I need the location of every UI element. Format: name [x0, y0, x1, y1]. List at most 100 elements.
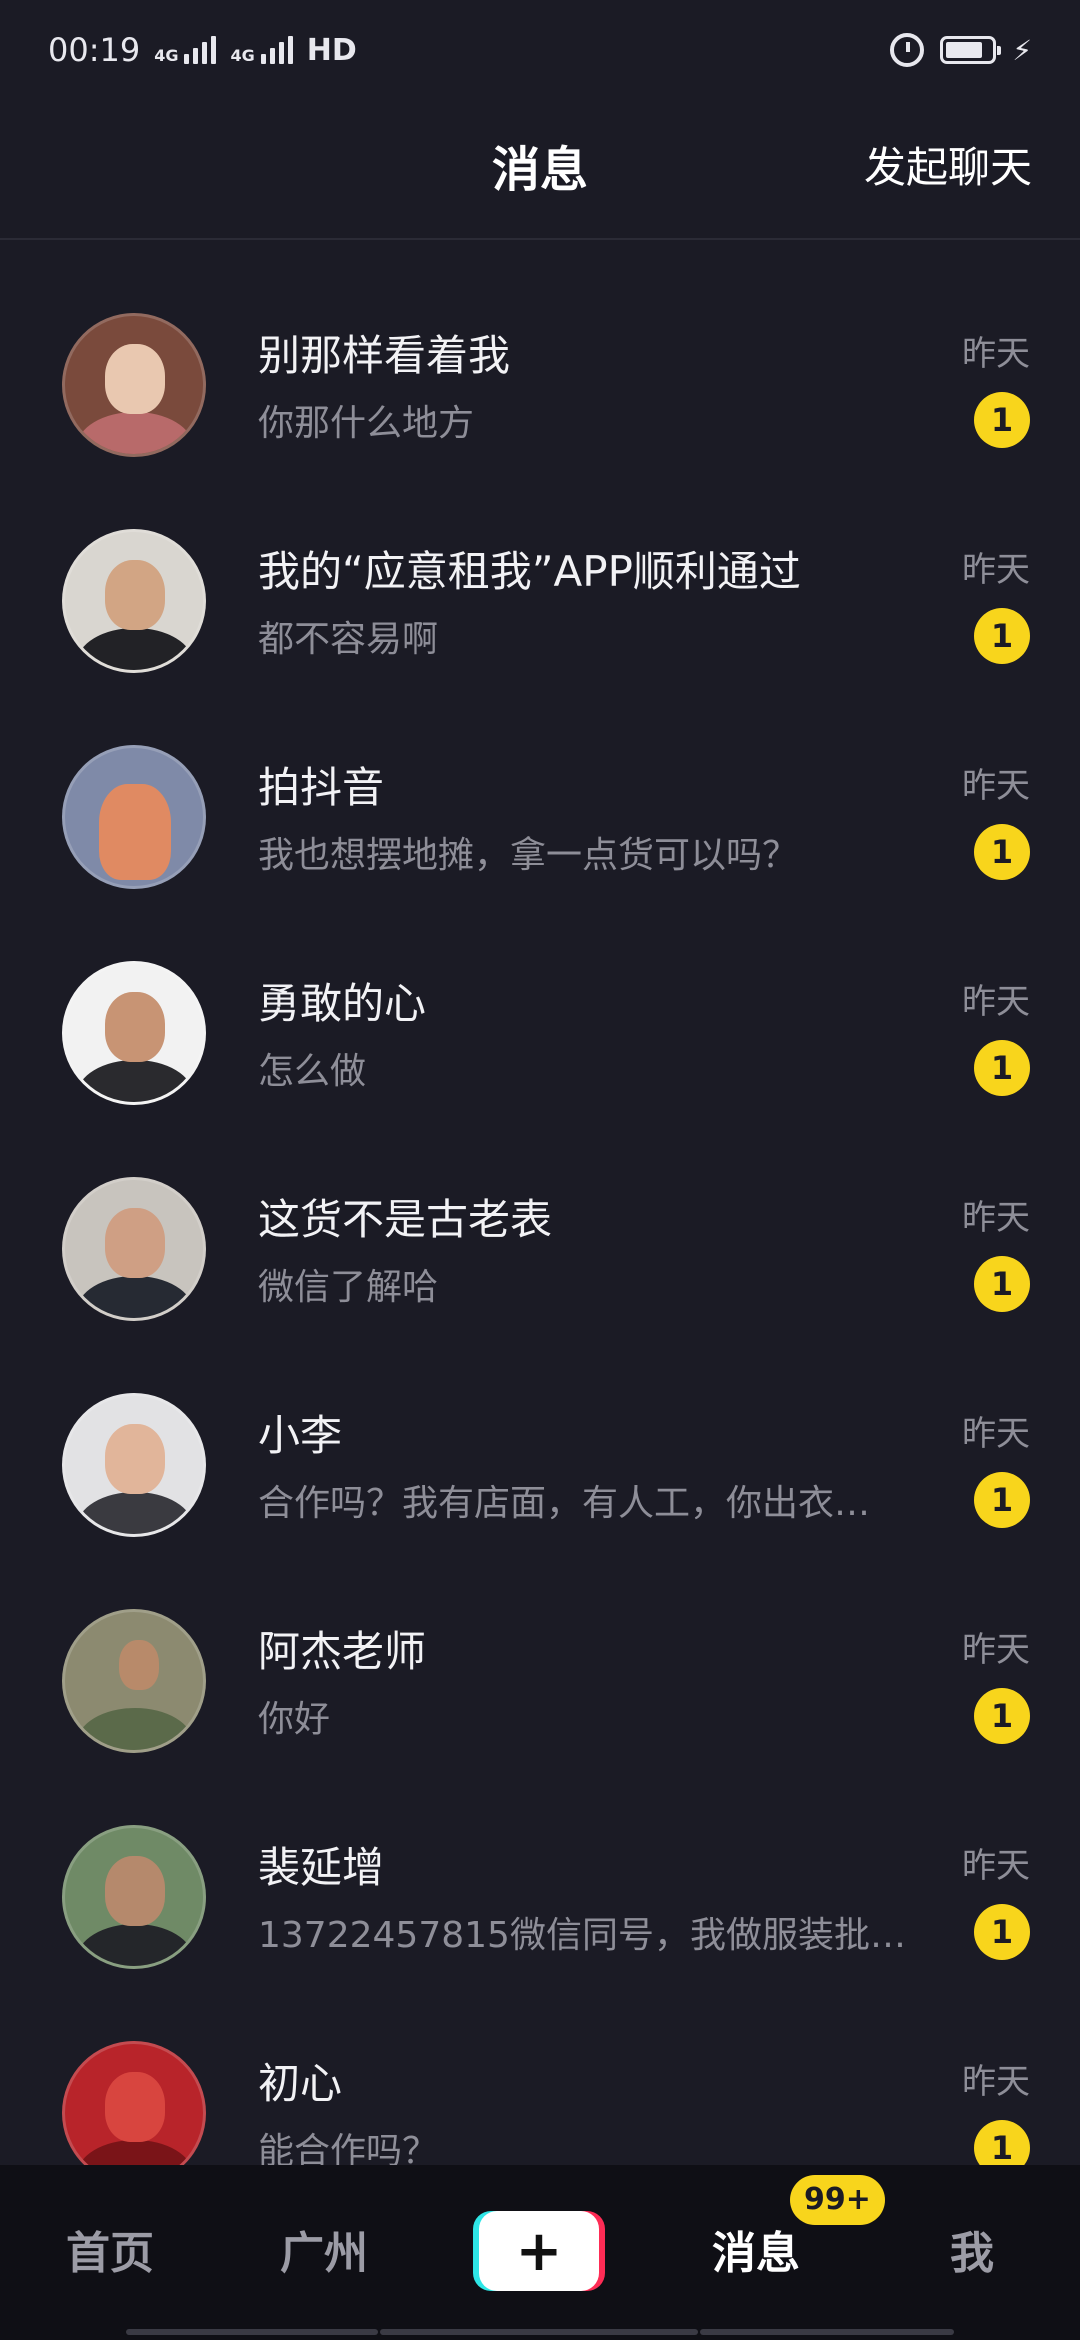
avatar-face: [105, 1424, 165, 1494]
messages-count-badge: 99+: [790, 2175, 885, 2225]
avatar-face: [105, 344, 165, 414]
conversation-preview: 13722457815微信同号，我做服装批…: [258, 1915, 906, 1956]
avatar: [62, 961, 206, 1105]
signal-bar: [202, 42, 208, 64]
conversation-preview: 你那什么地方: [258, 403, 475, 444]
charging-icon: ⚡: [1012, 33, 1032, 67]
avatar-face: [105, 992, 165, 1062]
conversation-name: 裴延增: [258, 1843, 385, 1892]
conversation-time: 昨天: [962, 982, 1030, 1022]
avatar: [62, 745, 206, 889]
signal-bar: [287, 36, 293, 64]
conversation-time: 昨天: [962, 550, 1030, 590]
conversation-name: 别那样看着我: [258, 331, 511, 380]
conversation-preview: 微信了解哈: [258, 1267, 439, 1308]
avatar-face: [99, 784, 171, 880]
conversation-time: 昨天: [962, 1198, 1030, 1238]
avatar: [62, 1609, 206, 1753]
avatar-face: [105, 1856, 165, 1926]
avatar-face: [105, 560, 165, 630]
conversation-name: 拍抖音: [258, 763, 385, 812]
hd-indicator: HD: [306, 32, 357, 68]
bottom-nav: 首页 广州 + 消息 99+ 我: [0, 2165, 1080, 2340]
conversation-preview: 怎么做: [258, 1051, 367, 1092]
header: 消息 发起聊天: [0, 100, 1080, 240]
avatar-body: [77, 2140, 193, 2165]
alarm-icon: [890, 33, 925, 67]
conversation-time: 昨天: [962, 1846, 1030, 1886]
conversation-preview: 能合作吗？: [258, 2131, 439, 2165]
signal-icon: 4G: [154, 36, 217, 65]
status-bar: 00:19 4G 4G HD ⚡: [0, 0, 1080, 100]
nav-messages[interactable]: 消息: [712, 2217, 800, 2281]
create-video-button[interactable]: +: [473, 2211, 605, 2291]
conversation-preview: 你好: [258, 1699, 331, 1740]
avatar: [62, 313, 206, 457]
status-left: 00:19 4G 4G HD: [48, 31, 357, 69]
conversation-item[interactable]: 这货不是古老表 微信了解哈 昨天 1: [0, 1106, 1080, 1322]
avatar-body: [77, 412, 193, 454]
avatar-body: [77, 1276, 193, 1318]
unread-badge: 1: [974, 1904, 1030, 1960]
plus-icon: +: [479, 2211, 599, 2291]
unread-badge: 1: [974, 824, 1030, 880]
avatar-body: [77, 628, 193, 670]
signal-bar: [278, 42, 284, 64]
signal-bar: [269, 48, 275, 64]
nav-me[interactable]: 我: [950, 2217, 994, 2281]
nav-city[interactable]: 广州: [280, 2217, 368, 2281]
unread-badge: 1: [974, 1472, 1030, 1528]
status-right: ⚡: [890, 33, 1032, 67]
conversation-name: 这货不是古老表: [258, 1195, 553, 1244]
conversation-name: 阿杰老师: [258, 1627, 427, 1676]
avatar: [62, 1177, 206, 1321]
conversation-item[interactable]: 勇敢的心 怎么做 昨天 1: [0, 890, 1080, 1106]
signal-bar: [211, 36, 217, 64]
messages-screen: 00:19 4G 4G HD ⚡ 消息 发起聊天 别那样看着我 你那什么地方 昨…: [0, 0, 1080, 2340]
avatar-body: [77, 1924, 193, 1966]
conversation-time: 昨天: [962, 334, 1030, 374]
signal-2-label: 4G: [230, 46, 255, 65]
conversation-preview: 都不容易啊: [258, 619, 439, 660]
conversation-time: 昨天: [962, 1414, 1030, 1454]
unread-badge: 1: [974, 1688, 1030, 1744]
status-time: 00:19: [48, 31, 141, 69]
unread-badge: 1: [974, 392, 1030, 448]
unread-badge: 1: [974, 2120, 1030, 2165]
avatar-face: [105, 1208, 165, 1278]
conversation-name: 初心: [258, 2059, 343, 2108]
conversation-item[interactable]: 小李 合作吗？我有店面，有人工，你出衣… 昨天 1: [0, 1322, 1080, 1538]
conversation-preview: 合作吗？我有店面，有人工，你出衣…: [258, 1483, 871, 1524]
avatar-face: [105, 2072, 165, 2142]
start-chat-button[interactable]: 发起聊天: [864, 134, 1032, 195]
conversation-item[interactable]: 阿杰老师 你好 昨天 1: [0, 1538, 1080, 1754]
conversation-name: 小李: [258, 1411, 343, 1460]
conversation-item[interactable]: 初心 能合作吗？ 昨天 1: [0, 1970, 1080, 2165]
avatar: [62, 1825, 206, 1969]
unread-badge: 1: [974, 1040, 1030, 1096]
conversation-item[interactable]: 裴延增 13722457815微信同号，我做服装批… 昨天 1: [0, 1754, 1080, 1970]
home-indicator: [380, 2329, 698, 2335]
unread-badge: 1: [974, 608, 1030, 664]
conversation-item[interactable]: 我的“应意租我”APP顺利通过 都不容易啊 昨天 1: [0, 458, 1080, 674]
avatar-body: [77, 1060, 193, 1102]
conversation-time: 昨天: [962, 766, 1030, 806]
signal-1-label: 4G: [154, 46, 179, 65]
avatar: [62, 529, 206, 673]
signal-bar: [260, 54, 266, 64]
unread-badge: 1: [974, 1256, 1030, 1312]
home-indicator: [700, 2329, 954, 2335]
battery-icon: [940, 36, 1002, 64]
signal-icon: 4G: [230, 36, 293, 65]
avatar-face: [119, 1640, 159, 1690]
nav-home[interactable]: 首页: [66, 2217, 154, 2281]
conversation-list[interactable]: 别那样看着我 你那什么地方 昨天 1 我的“应意租我”APP顺利通过 都不容易啊…: [0, 242, 1080, 2165]
conversation-item[interactable]: 拍抖音 我也想摆地摊，拿一点货可以吗？ 昨天 1: [0, 674, 1080, 890]
conversation-preview: 我也想摆地摊，拿一点货可以吗？: [258, 835, 799, 876]
conversation-name: 勇敢的心: [258, 979, 427, 1028]
home-indicator: [126, 2329, 378, 2335]
conversation-item[interactable]: 别那样看着我 你那什么地方 昨天 1: [0, 242, 1080, 458]
avatar-body: [77, 1492, 193, 1534]
avatar: [62, 1393, 206, 1537]
conversation-time: 昨天: [962, 1630, 1030, 1670]
